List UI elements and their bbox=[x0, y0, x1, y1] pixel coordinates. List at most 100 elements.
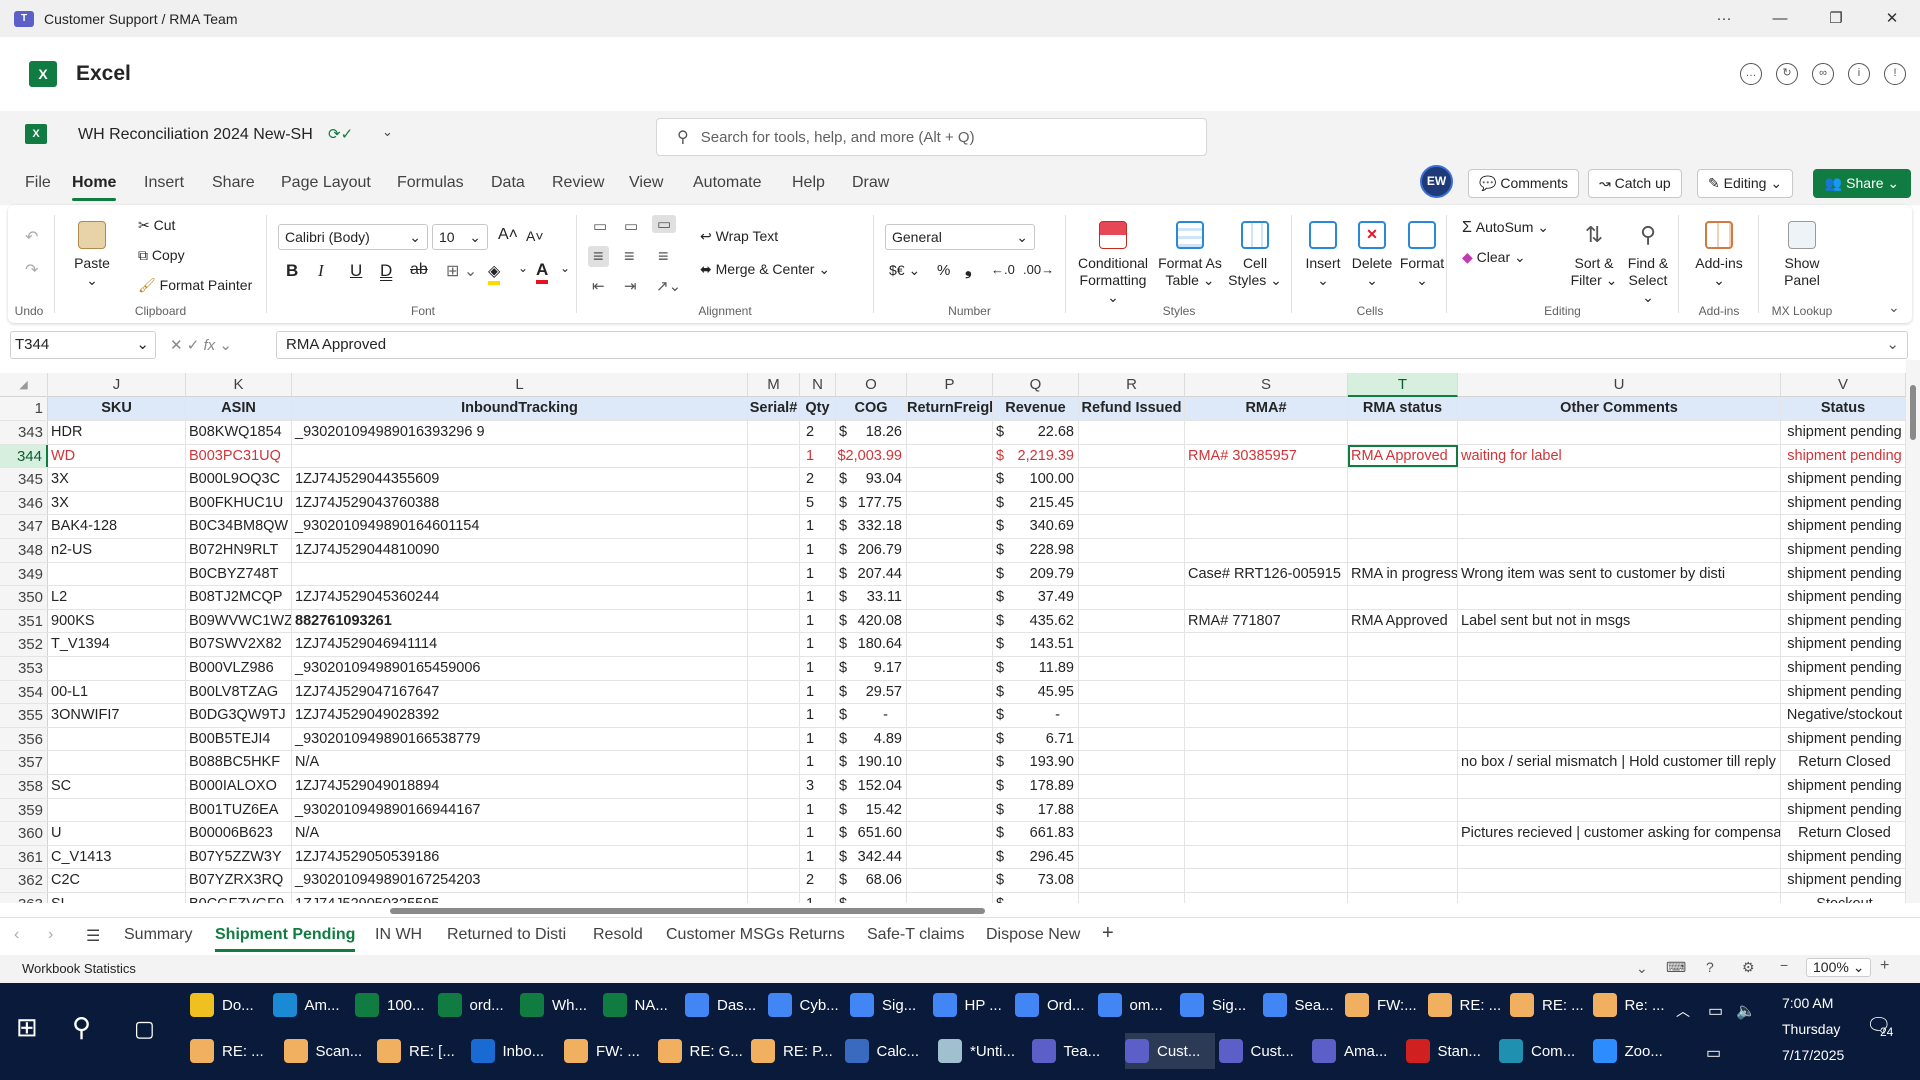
comments-cell[interactable] bbox=[1458, 421, 1781, 444]
row-number[interactable]: 352 bbox=[0, 633, 48, 656]
empty-cell[interactable] bbox=[907, 421, 993, 444]
tracking-cell[interactable]: _9302010949890164601154 bbox=[292, 515, 748, 538]
rma-cell[interactable] bbox=[1185, 869, 1348, 892]
qty-cell[interactable]: 1 bbox=[800, 539, 836, 562]
column-header-l[interactable]: L bbox=[292, 373, 748, 397]
underline-icon[interactable]: U bbox=[350, 261, 362, 281]
row-number[interactable]: 359 bbox=[0, 798, 48, 822]
row-number[interactable]: 354 bbox=[0, 680, 48, 704]
accessibility-icon[interactable]: ⚙ bbox=[1742, 959, 1755, 976]
row-number[interactable]: 349 bbox=[0, 562, 48, 586]
qty-cell[interactable]: 2 bbox=[800, 869, 836, 892]
empty-cell[interactable] bbox=[1079, 657, 1185, 680]
row-number[interactable]: 343 bbox=[0, 421, 48, 444]
empty-cell[interactable] bbox=[907, 444, 993, 468]
sku-cell[interactable] bbox=[48, 798, 186, 822]
select-all-corner[interactable]: ◢ bbox=[0, 373, 48, 397]
tracking-cell[interactable]: 1ZJ74J529045360244 bbox=[292, 586, 748, 609]
rma_status-cell[interactable] bbox=[1348, 539, 1458, 562]
comments-cell[interactable]: Label sent but not in msgs bbox=[1458, 609, 1781, 633]
sku-cell[interactable]: BAK4-128 bbox=[48, 515, 186, 538]
taskbar-app-button[interactable]: RE: G... bbox=[657, 1033, 748, 1069]
status-cell[interactable]: Negative/stockout bbox=[1781, 704, 1906, 727]
asin-cell[interactable]: B00FKHUC1U bbox=[186, 491, 292, 515]
workbook-statistics[interactable]: Workbook Statistics bbox=[22, 961, 136, 976]
comments-cell[interactable] bbox=[1458, 893, 1781, 903]
column-header-r[interactable]: R bbox=[1079, 373, 1185, 397]
tracking-cell[interactable]: N/A bbox=[292, 822, 748, 845]
shield-icon[interactable]: ! bbox=[1884, 63, 1906, 85]
empty-cell[interactable] bbox=[907, 539, 993, 562]
empty-cell[interactable] bbox=[1079, 586, 1185, 609]
status-cell[interactable]: Return Closed bbox=[1781, 822, 1906, 845]
asin-cell[interactable]: B0CBYZ748T bbox=[186, 562, 292, 586]
status-cell[interactable]: shipment pending bbox=[1781, 845, 1906, 869]
status-cell[interactable]: Return Closed bbox=[1781, 751, 1906, 774]
comments-cell[interactable] bbox=[1458, 468, 1781, 491]
empty-cell[interactable] bbox=[748, 869, 800, 892]
empty-cell[interactable] bbox=[748, 562, 800, 586]
row-number[interactable]: 355 bbox=[0, 704, 48, 727]
cog-cell[interactable]: $68.06 bbox=[836, 869, 907, 892]
empty-cell[interactable] bbox=[1079, 680, 1185, 704]
empty-cell[interactable] bbox=[907, 586, 993, 609]
comments-cell[interactable] bbox=[1458, 657, 1781, 680]
revenue-cell[interactable]: $228.98 bbox=[993, 539, 1079, 562]
cancel-icon[interactable]: ✕ bbox=[170, 337, 183, 354]
empty-cell[interactable] bbox=[748, 444, 800, 468]
taskbar-search-icon[interactable]: ⚲ bbox=[72, 1009, 91, 1045]
fill-color-icon[interactable]: ◈ bbox=[488, 261, 501, 285]
revenue-cell[interactable]: $209.79 bbox=[993, 562, 1079, 586]
confirm-icon[interactable]: ✓ bbox=[187, 337, 200, 354]
copy-button[interactable]: ⧉ Copy bbox=[138, 247, 185, 264]
revenue-cell[interactable]: $193.90 bbox=[993, 751, 1079, 774]
status-cell[interactable]: shipment pending bbox=[1781, 727, 1906, 751]
cog-cell[interactable]: $9.17 bbox=[836, 657, 907, 680]
taskbar-app-button[interactable]: Re: ... bbox=[1592, 987, 1672, 1023]
sku-cell[interactable]: 00-L1 bbox=[48, 680, 186, 704]
tracking-cell[interactable]: 1ZJ74J529049018894 bbox=[292, 775, 748, 798]
ribbon-collapse-icon[interactable]: ⌄ bbox=[1888, 299, 1900, 316]
status-cell[interactable]: shipment pending bbox=[1781, 609, 1906, 633]
empty-cell[interactable] bbox=[907, 468, 993, 491]
sku-cell[interactable]: C2C bbox=[48, 869, 186, 892]
rma_status-cell[interactable] bbox=[1348, 515, 1458, 538]
tracking-cell[interactable]: 1ZJ74J529044355609 bbox=[292, 468, 748, 491]
qty-cell[interactable]: 1 bbox=[800, 657, 836, 680]
wrap-text-button[interactable]: ↩ Wrap Text bbox=[700, 228, 778, 245]
name-box[interactable]: T344 ⌄ bbox=[10, 331, 156, 359]
status-cell[interactable]: shipment pending bbox=[1781, 515, 1906, 538]
all-sheets-icon[interactable]: ☰ bbox=[86, 926, 100, 946]
empty-cell[interactable] bbox=[1079, 468, 1185, 491]
rma_status-cell[interactable] bbox=[1348, 680, 1458, 704]
taskbar-app-button[interactable]: Zoo... bbox=[1592, 1033, 1683, 1069]
comments-cell[interactable] bbox=[1458, 515, 1781, 538]
asin-cell[interactable]: B088BC5HKF bbox=[186, 751, 292, 774]
decrease-decimal-icon[interactable]: .00→ bbox=[1023, 262, 1054, 277]
rma-cell[interactable] bbox=[1185, 893, 1348, 903]
qty-cell[interactable]: 1 bbox=[800, 609, 836, 633]
percent-icon[interactable]: % bbox=[937, 262, 950, 279]
font-name-select[interactable]: Calibri (Body) ⌄ bbox=[278, 224, 428, 250]
cog-cell[interactable]: $420.08 bbox=[836, 609, 907, 633]
empty-cell[interactable] bbox=[1079, 633, 1185, 656]
refresh-icon[interactable]: ↻ bbox=[1776, 63, 1798, 85]
taskbar-app-button[interactable]: om... bbox=[1097, 987, 1177, 1023]
sku-cell[interactable]: SL bbox=[48, 893, 186, 903]
tab-data[interactable]: Data bbox=[491, 174, 525, 192]
rma_status-cell[interactable] bbox=[1348, 468, 1458, 491]
formula-input[interactable]: RMA Approved ⌄ bbox=[276, 331, 1908, 359]
sku-cell[interactable]: SC bbox=[48, 775, 186, 798]
empty-cell[interactable] bbox=[748, 845, 800, 869]
taskbar-app-button[interactable]: RE: ... bbox=[1510, 987, 1589, 1023]
taskbar-app-button[interactable]: Scan... bbox=[283, 1033, 374, 1069]
empty-cell[interactable] bbox=[748, 775, 800, 798]
network-icon[interactable]: ▭ bbox=[1706, 1035, 1721, 1071]
close-button[interactable]: ✕ bbox=[1864, 0, 1920, 37]
clock-date[interactable]: 7/17/2025 bbox=[1782, 1037, 1844, 1073]
qty-cell[interactable]: 5 bbox=[800, 491, 836, 515]
restore-button[interactable]: ❐ bbox=[1808, 0, 1864, 37]
row-number[interactable]: 362 bbox=[0, 869, 48, 892]
info-icon[interactable]: i bbox=[1848, 63, 1870, 85]
tab-formulas[interactable]: Formulas bbox=[397, 174, 464, 192]
